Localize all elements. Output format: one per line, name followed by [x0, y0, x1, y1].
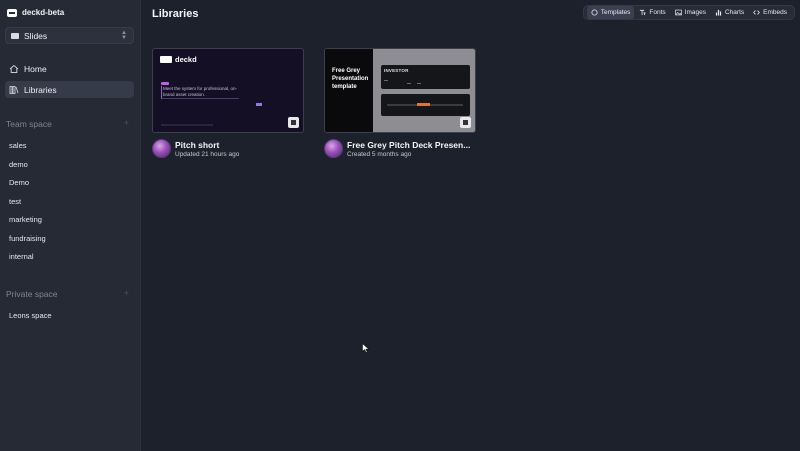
- home-icon: [9, 64, 19, 73]
- card-title[interactable]: Free Grey Pitch Deck Presen...: [347, 140, 470, 150]
- thumb-bar-accent: [417, 103, 430, 106]
- figma-icon: [460, 117, 471, 128]
- avatar: [152, 139, 171, 158]
- tab-images[interactable]: Images: [671, 6, 710, 19]
- charts-icon: [715, 9, 722, 16]
- card-thumbnail[interactable]: Free Grey Presentation template INVESTOR: [324, 48, 476, 133]
- thumb-footer-line: [161, 124, 213, 126]
- card-subtitle: Created 5 months ago: [347, 151, 412, 158]
- mouse-pointer-icon: [362, 343, 370, 353]
- images-icon: [674, 9, 682, 16]
- thumb-line: [407, 83, 411, 84]
- brand-logo-icon: [7, 8, 17, 17]
- private-space-item[interactable]: Leons space: [9, 311, 52, 320]
- folder-icon: [11, 32, 19, 39]
- add-private-space-icon[interactable]: +: [124, 288, 129, 298]
- tab-embeds-label: Embeds: [763, 9, 787, 16]
- thumb-copy: Meet the system for professional, on-bra…: [161, 86, 239, 99]
- team-space-item[interactable]: Demo: [9, 178, 29, 187]
- chevron-updown-icon: ▲ ▼: [121, 30, 127, 41]
- thumb-line: [384, 80, 388, 81]
- fonts-icon: [640, 9, 646, 16]
- nav-home[interactable]: Home: [5, 60, 134, 77]
- deckd-logo-icon: [160, 56, 172, 63]
- embeds-icon: [753, 10, 760, 15]
- card-title[interactable]: Pitch short: [175, 140, 219, 150]
- library-card[interactable]: Free Grey Presentation template INVESTOR…: [324, 48, 476, 163]
- team-space-title: Team space: [6, 119, 52, 129]
- library-card[interactable]: deckd Meet the system for professional, …: [152, 48, 304, 163]
- sidebar: deckd-beta Slides ▲ ▼ Home Libraries Team…: [0, 0, 141, 451]
- tab-embeds[interactable]: Embeds: [749, 6, 791, 19]
- figma-icon: [288, 117, 299, 128]
- nav-libraries-label: Libraries: [24, 84, 57, 95]
- libraries-icon: [9, 85, 19, 94]
- workspace-brand[interactable]: deckd-beta: [7, 8, 64, 17]
- workspace-name: deckd-beta: [22, 8, 65, 17]
- thumb-panel-title: INVESTOR: [384, 68, 409, 73]
- space-selector[interactable]: Slides ▲ ▼: [5, 27, 134, 44]
- library-toolbar: Templates Fonts Images Charts Embeds: [582, 5, 795, 20]
- add-team-space-icon[interactable]: +: [124, 118, 129, 128]
- tab-fonts[interactable]: Fonts: [635, 6, 669, 19]
- tab-charts-label: Charts: [724, 9, 745, 16]
- nav-home-label: Home: [24, 63, 47, 74]
- thumb-logo: deckd: [160, 55, 197, 64]
- card-meta: Pitch short Updated 21 hours ago: [152, 137, 304, 163]
- card-subtitle: Updated 21 hours ago: [175, 151, 240, 158]
- thumb-cursor-marker: [256, 103, 262, 106]
- thumb-tag: [161, 82, 169, 85]
- team-space-item[interactable]: fundraising: [9, 234, 46, 243]
- team-space-item[interactable]: sales: [9, 141, 27, 150]
- card-meta: Free Grey Pitch Deck Presen... Created 5…: [324, 137, 476, 163]
- nav-libraries[interactable]: Libraries: [5, 81, 134, 98]
- team-space-item[interactable]: test: [9, 197, 21, 206]
- team-space-item[interactable]: demo: [9, 160, 28, 169]
- tab-images-label: Images: [684, 9, 706, 16]
- private-space-title: Private space: [6, 289, 58, 299]
- thumb-logo-text: deckd: [175, 55, 197, 64]
- team-space-item[interactable]: internal: [9, 252, 34, 261]
- tab-fonts-label: Fonts: [649, 9, 666, 16]
- thumb-line: [417, 83, 421, 84]
- space-selector-label: Slides: [24, 30, 48, 41]
- templates-icon: [591, 9, 598, 16]
- tab-templates-label: Templates: [600, 9, 631, 16]
- avatar: [324, 139, 343, 158]
- card-thumbnail[interactable]: deckd Meet the system for professional, …: [152, 48, 304, 133]
- page-title: Libraries: [152, 8, 199, 20]
- tab-charts[interactable]: Charts: [711, 6, 748, 19]
- team-space-item[interactable]: marketing: [9, 215, 42, 224]
- tab-templates[interactable]: Templates: [586, 6, 635, 19]
